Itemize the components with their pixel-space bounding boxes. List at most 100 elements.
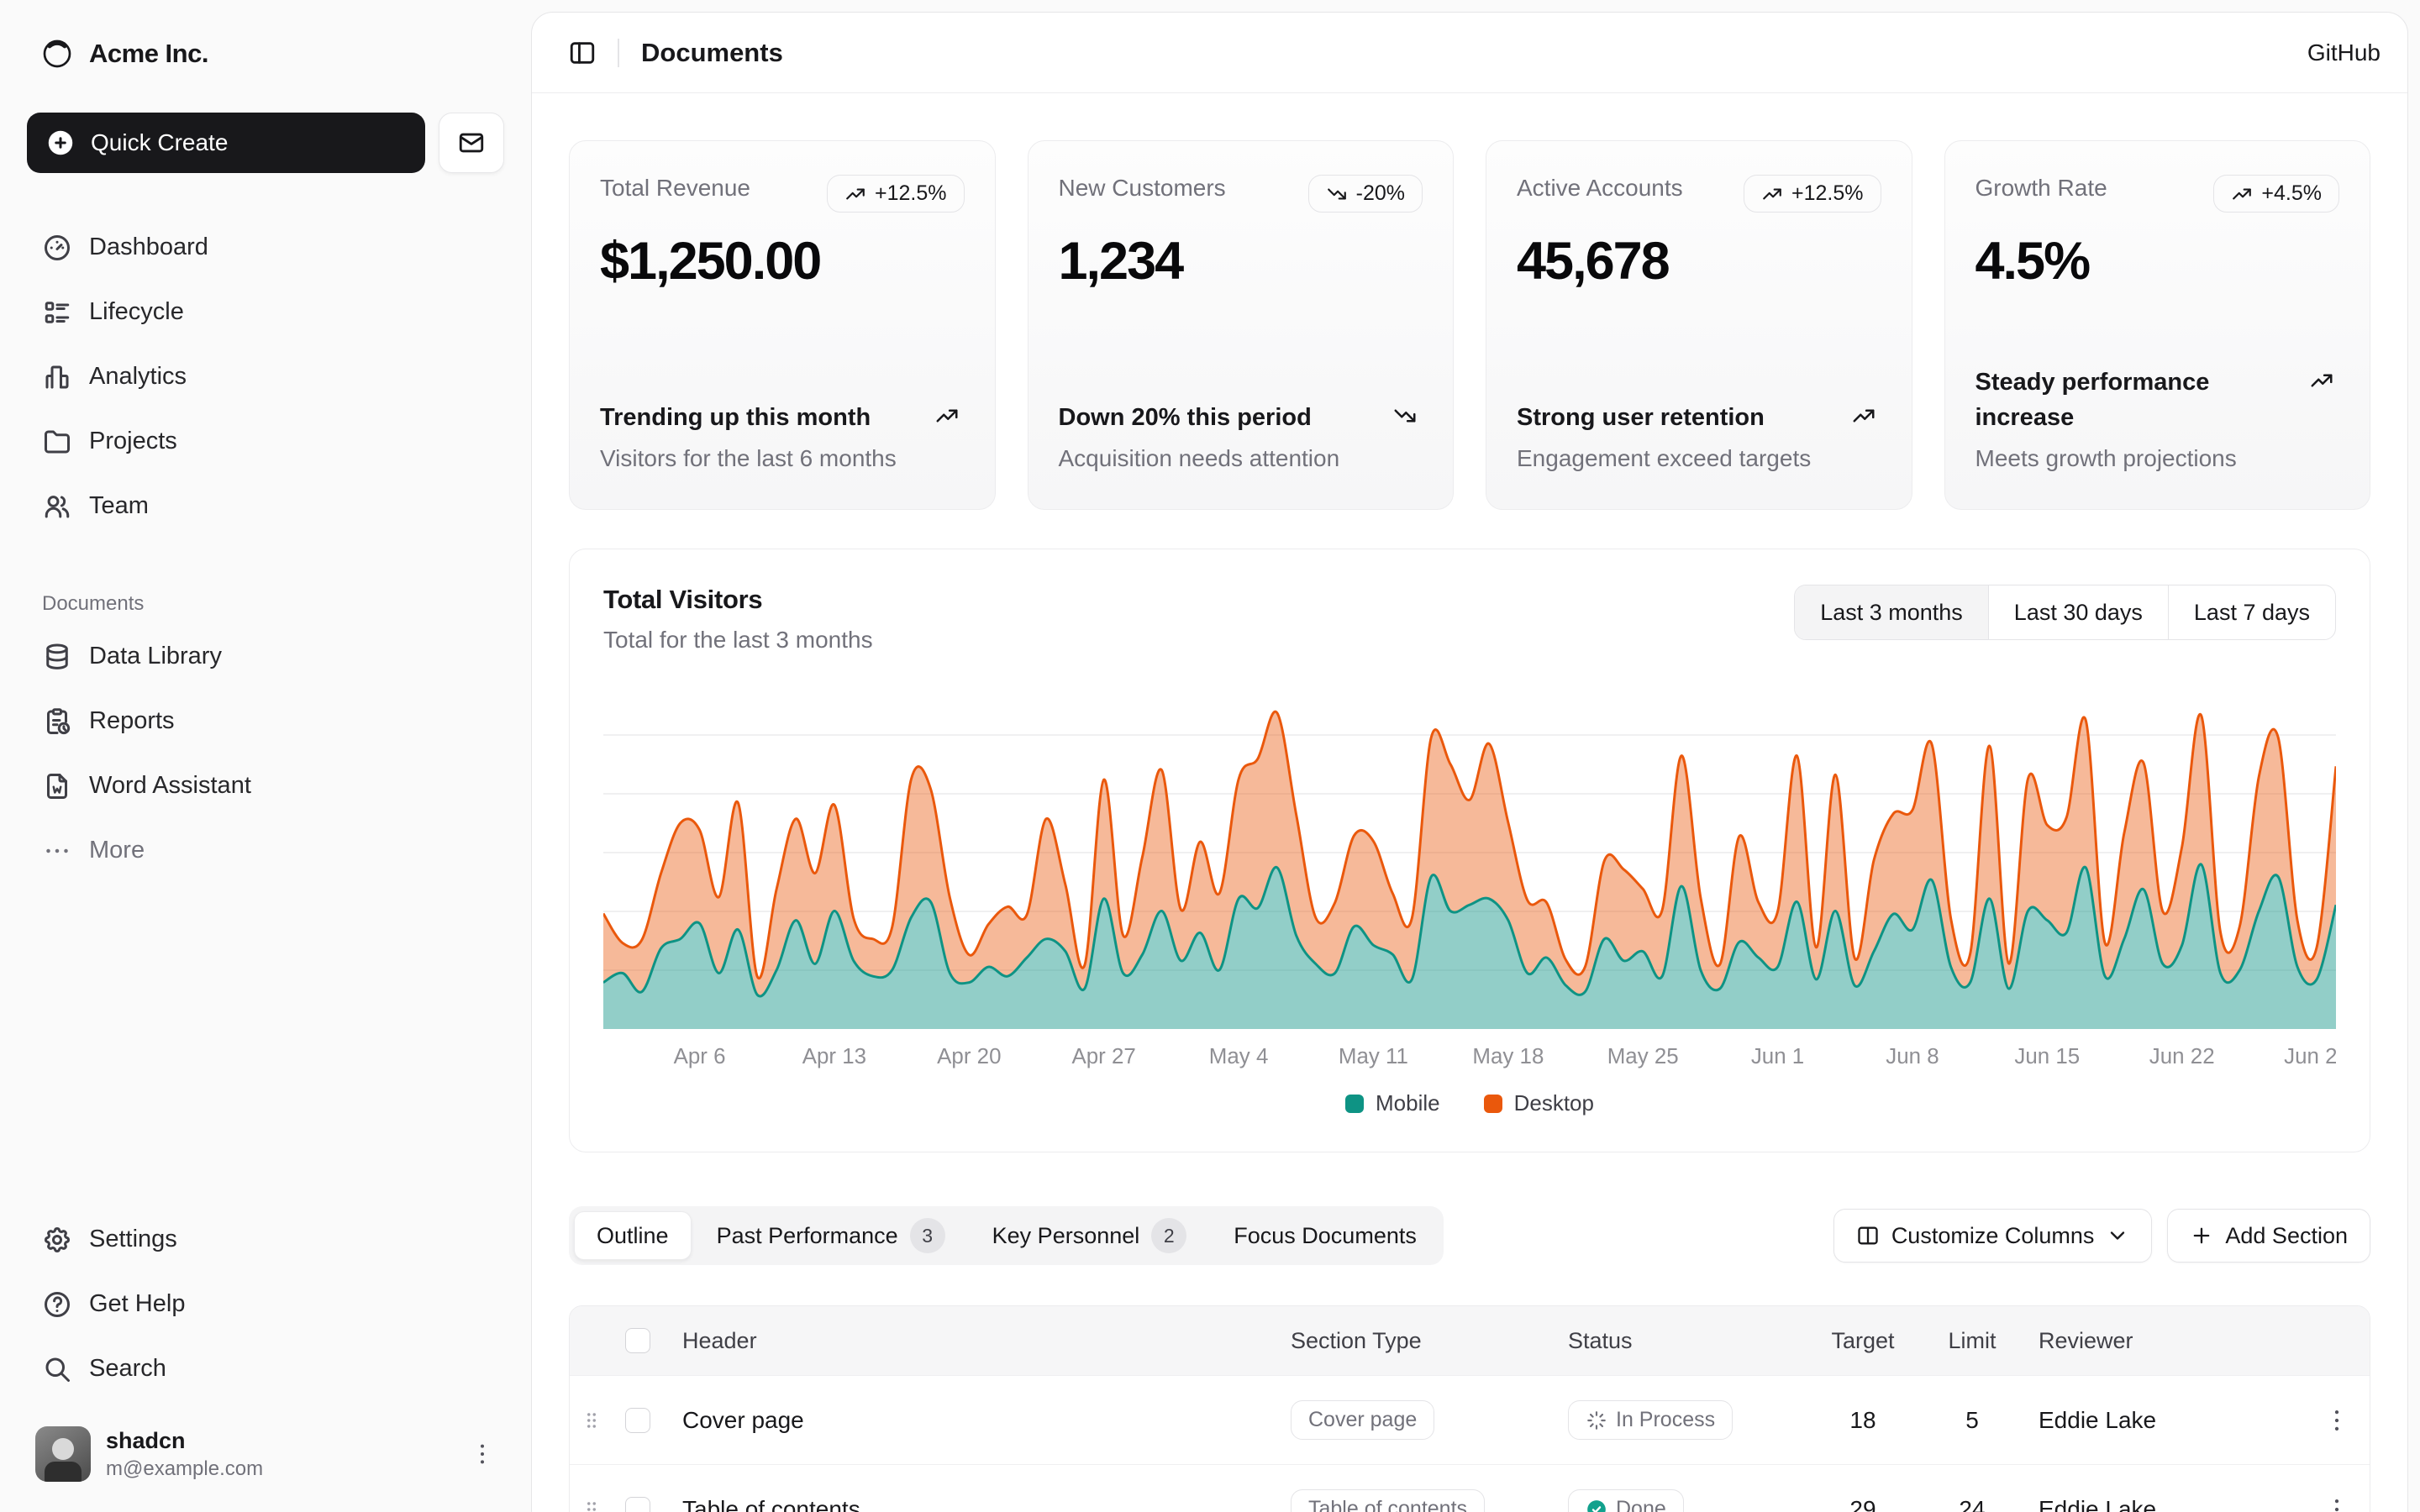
sidebar-item-more[interactable]: More xyxy=(27,818,504,883)
sidebar-item-data-library[interactable]: Data Library xyxy=(27,624,504,689)
svg-text:Apr 27: Apr 27 xyxy=(1071,1043,1135,1068)
table-toolbar: OutlinePast Performance3Key Personnel2Fo… xyxy=(569,1206,2370,1265)
legend-item-desktop: Desktop xyxy=(1484,1090,1594,1116)
sidebar-item-label: Data Library xyxy=(89,643,222,670)
stat-footer-subtitle: Visitors for the last 6 months xyxy=(600,445,965,472)
brand[interactable]: Acme Inc. xyxy=(27,30,504,77)
sidebar-item-projects[interactable]: Projects xyxy=(27,409,504,474)
tab-past-performance[interactable]: Past Performance3 xyxy=(695,1211,967,1260)
quick-create-button[interactable]: Quick Create xyxy=(27,113,425,173)
tab-key-personnel[interactable]: Key Personnel2 xyxy=(971,1211,1209,1260)
cell-reviewer[interactable]: Eddie Lake xyxy=(2027,1407,2304,1434)
tab-outline[interactable]: Outline xyxy=(574,1211,692,1260)
sidebar-item-label: Search xyxy=(89,1355,166,1383)
trend-down-icon xyxy=(1392,403,1418,428)
customize-columns-button[interactable]: Customize Columns xyxy=(1833,1209,2153,1263)
drag-handle-icon[interactable] xyxy=(581,1408,602,1433)
quick-create-label: Quick Create xyxy=(91,129,228,156)
status-badge: In Process xyxy=(1568,1400,1733,1440)
sidebar-item-get-help[interactable]: Get Help xyxy=(27,1272,504,1336)
svg-text:Apr 20: Apr 20 xyxy=(937,1043,1001,1068)
users-icon xyxy=(42,491,72,522)
analytics-icon xyxy=(42,362,72,392)
cell-limit[interactable]: 24 xyxy=(1918,1496,2027,1512)
cell-limit[interactable]: 5 xyxy=(1918,1407,2027,1434)
sidebar-item-lifecycle[interactable]: Lifecycle xyxy=(27,280,504,344)
header-separator xyxy=(618,39,619,67)
sidebar-item-reports[interactable]: Reports xyxy=(27,689,504,753)
legend-swatch xyxy=(1345,1095,1364,1113)
stat-footer-title: Down 20% this period xyxy=(1059,400,1423,435)
stat-footer-title: Strong user retention xyxy=(1517,400,1881,435)
add-section-button[interactable]: Add Section xyxy=(2167,1209,2370,1263)
sidebar-item-label: Word Assistant xyxy=(89,772,251,800)
trend-up-icon xyxy=(934,403,960,428)
sidebar-item-label: Analytics xyxy=(89,363,187,391)
user-email: m@example.com xyxy=(106,1457,454,1481)
main-panel: Documents GitHub Total Revenue +12.5% $1… xyxy=(531,12,2408,1512)
range-last-3-months[interactable]: Last 3 months xyxy=(1795,585,1988,639)
select-all-checkbox[interactable] xyxy=(625,1328,650,1353)
cell-header[interactable]: Cover page xyxy=(671,1407,1279,1434)
sidebar-item-analytics[interactable]: Analytics xyxy=(27,344,504,409)
ellipsis-vertical-icon[interactable] xyxy=(469,1441,496,1467)
circle-plus-icon xyxy=(45,128,76,158)
sidebar-item-settings[interactable]: Settings xyxy=(27,1207,504,1272)
svg-text:May 25: May 25 xyxy=(1607,1043,1679,1068)
file-word-icon xyxy=(42,771,72,801)
tab-count-badge: 3 xyxy=(910,1218,945,1253)
columns-icon xyxy=(1856,1224,1880,1247)
sidebar-toggle-button[interactable] xyxy=(559,29,606,76)
cell-reviewer[interactable]: Eddie Lake xyxy=(2027,1496,2304,1512)
stat-footer-title: Trending up this month xyxy=(600,400,965,435)
svg-text:Jun 15: Jun 15 xyxy=(2014,1043,2080,1068)
inbox-button[interactable] xyxy=(439,113,504,173)
sidebar-item-team[interactable]: Team xyxy=(27,474,504,538)
sidebar-item-label: Dashboard xyxy=(89,234,208,261)
page-title: Documents xyxy=(641,38,783,68)
sidebar-item-label: More xyxy=(89,837,145,864)
search-icon xyxy=(42,1354,72,1384)
trend-up-icon xyxy=(2231,183,2253,205)
sections-table: Header Section Type Status Target Limit … xyxy=(569,1305,2370,1512)
svg-text:May 4: May 4 xyxy=(1209,1043,1269,1068)
sidebar-item-label: Projects xyxy=(89,428,177,455)
cell-target[interactable]: 18 xyxy=(1808,1407,1918,1434)
svg-text:Jun 8: Jun 8 xyxy=(1886,1043,1939,1068)
stat-footer-subtitle: Engagement exceed targets xyxy=(1517,445,1881,472)
row-checkbox[interactable] xyxy=(625,1497,650,1512)
add-section-label: Add Section xyxy=(2225,1223,2348,1249)
circle-check-icon xyxy=(1586,1499,1607,1512)
table-row-cover-page: Cover page Cover page In Process 18 5 Ed… xyxy=(570,1375,2370,1464)
plus-icon xyxy=(2190,1224,2213,1247)
stat-footer-title: Steady performance increase xyxy=(1975,365,2340,435)
row-menu-icon[interactable] xyxy=(2323,1406,2351,1435)
drag-handle-icon[interactable] xyxy=(581,1497,602,1512)
user-menu[interactable]: shadcn m@example.com xyxy=(27,1420,504,1488)
trend-up-icon xyxy=(844,183,866,205)
sidebar-item-label: Get Help xyxy=(89,1290,185,1318)
tab-count-badge: 2 xyxy=(1151,1218,1186,1253)
trend-up-icon xyxy=(2309,368,2334,393)
trend-down-icon xyxy=(1326,183,1348,205)
row-checkbox[interactable] xyxy=(625,1408,650,1433)
tab-focus-documents[interactable]: Focus Documents xyxy=(1212,1211,1439,1260)
range-last-30-days[interactable]: Last 30 days xyxy=(1988,585,2168,639)
stat-trend-badge: +12.5% xyxy=(827,175,965,213)
sidebar-item-word-assistant[interactable]: Word Assistant xyxy=(27,753,504,818)
report-icon xyxy=(42,706,72,737)
stat-trend-badge: -20% xyxy=(1308,175,1423,213)
sidebar-item-dashboard[interactable]: Dashboard xyxy=(27,215,504,280)
stat-label: New Customers xyxy=(1059,175,1226,202)
sidebar-item-search[interactable]: Search xyxy=(27,1336,504,1401)
svg-text:Jun 29: Jun 29 xyxy=(2284,1043,2336,1068)
row-menu-icon[interactable] xyxy=(2323,1495,2351,1512)
brand-name: Acme Inc. xyxy=(89,39,208,69)
github-link[interactable]: GitHub xyxy=(2307,39,2381,66)
status-badge: Done xyxy=(1568,1489,1684,1512)
view-tabs: OutlinePast Performance3Key Personnel2Fo… xyxy=(569,1206,1444,1265)
stat-trend-badge: +4.5% xyxy=(2213,175,2339,213)
cell-header[interactable]: Table of contents xyxy=(671,1496,1279,1512)
range-last-7-days[interactable]: Last 7 days xyxy=(2168,585,2335,639)
cell-target[interactable]: 29 xyxy=(1808,1496,1918,1512)
